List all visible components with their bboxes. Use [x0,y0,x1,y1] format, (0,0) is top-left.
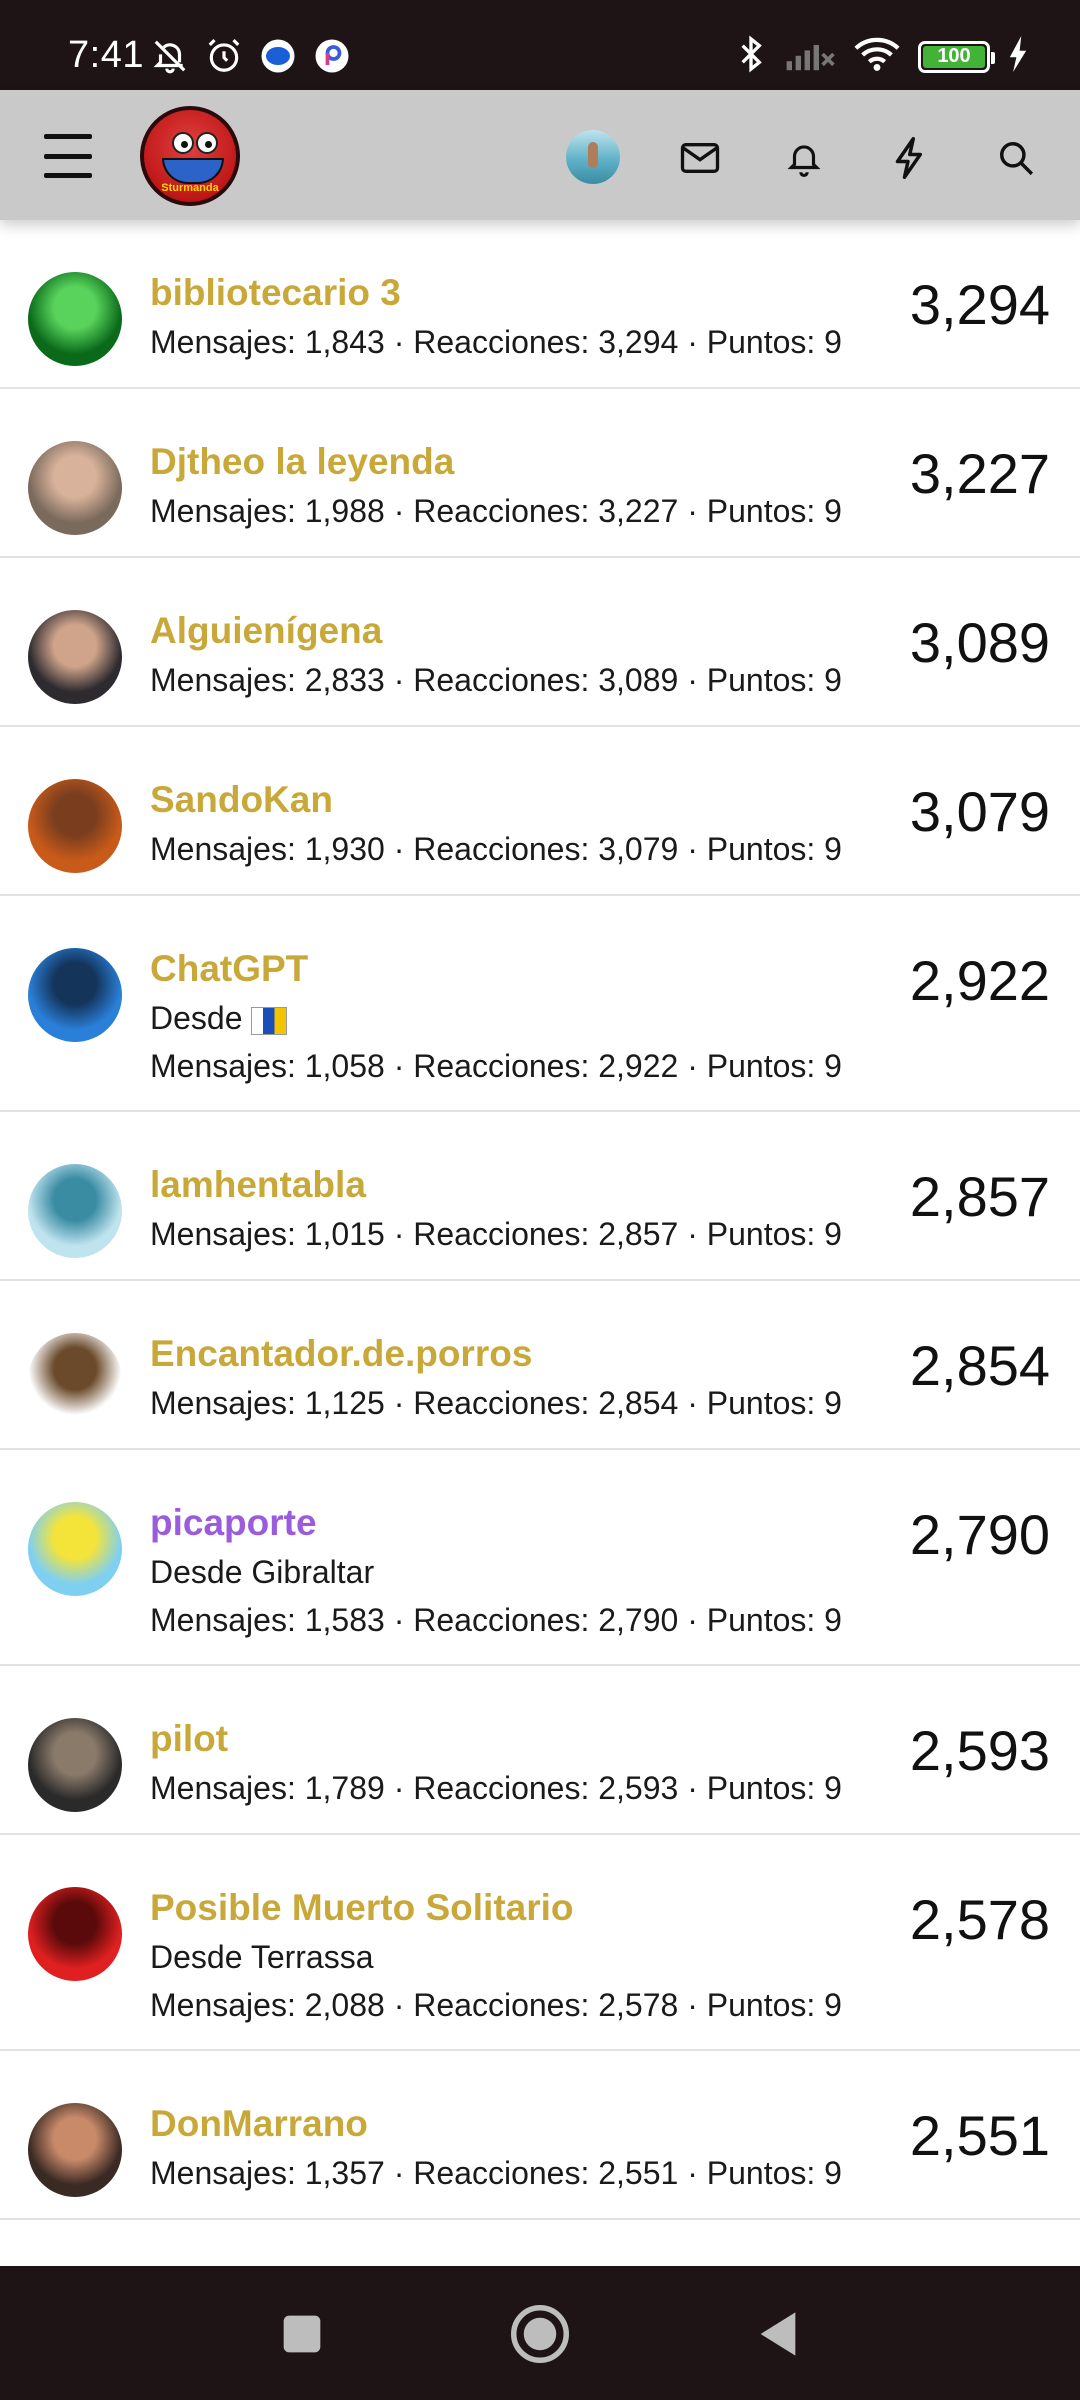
member-score: 2,578 [909,1888,1050,1951]
member-avatar[interactable] [28,441,122,535]
member-avatar[interactable] [28,1164,122,1258]
member-row[interactable]: lamhentabla Mensajes: 1,015 · Reacciones:… [0,1112,1080,1281]
member-row[interactable]: Encantador.de.porros Mensajes: 1,125 · Re… [0,1281,1080,1450]
member-location-text: Desde [150,1000,243,1036]
member-stats: Mensajes: 1,357 · Reacciones: 2,551 · Pu… [150,2155,842,2191]
member-stats: Mensajes: 1,930 · Reacciones: 3,079 · Pu… [150,831,842,867]
member-stats: Mensajes: 1,583 · Reacciones: 2,790 · Pu… [150,1602,842,1638]
member-score: 3,227 [909,442,1050,505]
member-name-link[interactable]: pilot [150,1718,228,1760]
member-row[interactable]: bibliotecario 3 Mensajes: 1,843 · Reaccio… [0,220,1080,389]
status-bar: 7:41 100 [0,0,1080,90]
member-avatar[interactable] [28,2103,122,2197]
member-avatar[interactable] [28,1887,122,1981]
home-icon[interactable] [508,2302,572,2366]
member-name-link[interactable]: bibliotecario 3 [150,272,401,314]
member-row[interactable]: Alguienígena Mensajes: 2,833 · Reacciones… [0,558,1080,727]
search-icon[interactable] [992,134,1040,182]
member-score: 2,922 [909,949,1050,1012]
member-row[interactable]: picaporte Desde Gibraltar Mensajes: 1,583 … [0,1450,1080,1666]
member-row[interactable]: Posible Muerto Solitario Desde Terrassa Me… [0,1835,1080,2051]
alarm-icon [204,36,244,76]
site-logo[interactable]: Sturmanda [140,106,240,206]
member-score: 2,857 [909,1165,1050,1228]
member-row[interactable]: SandoKan Mensajes: 1,930 · Reacciones: 3,… [0,727,1080,896]
member-score: 3,089 [909,611,1050,674]
member-stats: Mensajes: 1,988 · Reacciones: 3,227 · Pu… [150,493,842,529]
flag-icon [250,1006,287,1035]
member-location: Desde [150,1000,287,1037]
wifi-icon [854,36,900,77]
member-row[interactable]: pilot Mensajes: 1,789 · Reacciones: 2,593… [0,1666,1080,1835]
signal-icon [784,36,836,77]
member-name-link[interactable]: Djtheo la leyenda [150,441,454,483]
member-stats: Mensajes: 2,088 · Reacciones: 2,578 · Pu… [150,1987,842,2023]
member-score: 2,854 [909,1334,1050,1397]
member-stats: Mensajes: 2,833 · Reacciones: 3,089 · Pu… [150,662,842,698]
member-location-text: Desde Gibraltar [150,1554,375,1590]
member-stats: Mensajes: 1,058 · Reacciones: 2,922 · Pu… [150,1048,842,1084]
back-icon[interactable] [746,2302,810,2366]
member-stats: Mensajes: 1,125 · Reacciones: 2,854 · Pu… [150,1385,842,1421]
member-avatar[interactable] [28,1502,122,1596]
member-name-link[interactable]: Alguienígena [150,610,382,652]
system-icons: 100 [736,34,1028,79]
member-name-link[interactable]: lamhentabla [150,1164,366,1206]
member-score: 3,079 [909,780,1050,843]
member-name-link[interactable]: SandoKan [150,779,333,821]
app-header: Sturmanda [0,90,1080,220]
member-stats: Mensajes: 1,789 · Reacciones: 2,593 · Pu… [150,1770,842,1806]
recent-apps-icon[interactable] [270,2302,334,2366]
member-score: 3,294 [909,273,1050,336]
member-name-link[interactable]: picaporte [150,1502,317,1544]
battery-level: 100 [923,45,985,68]
mail-icon[interactable] [676,134,724,182]
menu-icon[interactable] [40,128,96,184]
user-avatar[interactable] [566,130,620,184]
notification-icons [150,36,352,76]
member-avatar[interactable] [28,272,122,366]
member-avatar[interactable] [28,948,122,1042]
member-name-link[interactable]: Posible Muerto Solitario [150,1887,574,1929]
charging-icon [1008,36,1028,77]
mute-bell-icon [150,36,190,76]
battery-icon: 100 [918,40,995,73]
bell-icon[interactable] [780,134,828,182]
status-time: 7:41 [68,34,144,76]
member-name-link[interactable]: Encantador.de.porros [150,1333,532,1375]
member-list: bibliotecario 3 Mensajes: 1,843 · Reaccio… [0,220,1080,2220]
member-avatar[interactable] [28,1333,122,1427]
logo-text: Sturmanda [161,182,219,194]
member-score: 2,790 [909,1503,1050,1566]
member-row[interactable]: Djtheo la leyenda Mensajes: 1,988 · Reacc… [0,389,1080,558]
message-app-icon [258,36,298,76]
member-avatar[interactable] [28,779,122,873]
bluetooth-icon [736,34,766,79]
member-stats: Mensajes: 1,015 · Reacciones: 2,857 · Pu… [150,1216,842,1252]
app-icon [312,36,352,76]
member-location-text: Desde Terrassa [150,1939,374,1975]
member-location: Desde Gibraltar [150,1554,374,1591]
member-avatar[interactable] [28,610,122,704]
member-name-link[interactable]: ChatGPT [150,948,308,990]
member-stats: Mensajes: 1,843 · Reacciones: 3,294 · Pu… [150,324,842,360]
member-row[interactable]: ChatGPT Desde Mensajes: 1,058 · Reacciones… [0,896,1080,1112]
member-location: Desde Terrassa [150,1939,374,1976]
navigation-bar [0,2266,1080,2400]
member-row[interactable]: DonMarrano Mensajes: 1,357 · Reacciones: … [0,2051,1080,2220]
member-score: 2,593 [909,1719,1050,1782]
member-name-link[interactable]: DonMarrano [150,2103,368,2145]
member-avatar[interactable] [28,1718,122,1812]
lightning-icon[interactable] [884,134,932,182]
member-score: 2,551 [909,2104,1050,2167]
